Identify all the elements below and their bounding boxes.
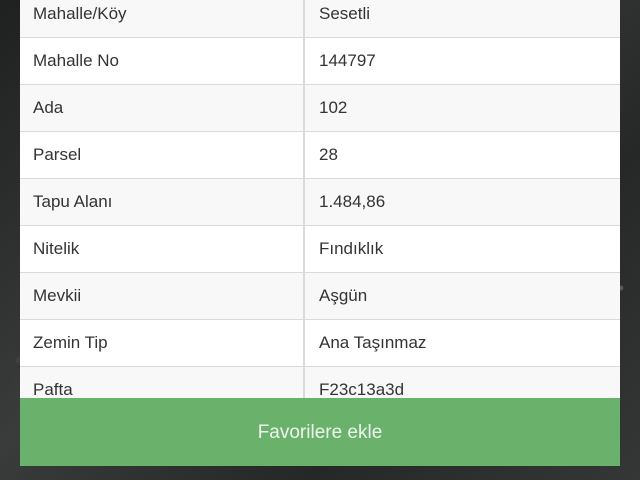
table-row: Nitelik Fındıklık xyxy=(20,225,620,273)
table-row: Mahalle No 144797 xyxy=(20,37,620,85)
table-row: Mevkii Aşgün xyxy=(20,272,620,320)
row-label: Mahalle No xyxy=(20,37,305,85)
row-label: Parsel xyxy=(20,131,305,179)
row-value: Sesetli xyxy=(304,0,620,38)
table-row: Pafta F23c13a3d xyxy=(20,366,620,398)
parcel-info-table: Mahalle/Köy Sesetli Mahalle No 144797 Ad… xyxy=(20,0,620,398)
table-row: Ada 102 xyxy=(20,84,620,132)
row-value: Ana Taşınmaz xyxy=(304,319,620,367)
row-label: Tapu Alanı xyxy=(20,178,305,226)
row-label: Mahalle/Köy xyxy=(20,0,305,38)
parcel-info-panel: Mahalle/Köy Sesetli Mahalle No 144797 Ad… xyxy=(20,0,620,398)
table-row: Mahalle/Köy Sesetli xyxy=(20,0,620,38)
row-value: Aşgün xyxy=(304,272,620,320)
row-value: Fındıklık xyxy=(304,225,620,273)
row-value: 1.484,86 xyxy=(304,178,620,226)
row-value: 102 xyxy=(304,84,620,132)
row-label: Zemin Tip xyxy=(20,319,305,367)
row-value: 28 xyxy=(304,131,620,179)
add-to-favorites-button[interactable]: Favorilere ekle xyxy=(20,398,620,466)
row-label: Mevkii xyxy=(20,272,305,320)
table-row: Tapu Alanı 1.484,86 xyxy=(20,178,620,226)
row-label: Nitelik xyxy=(20,225,305,273)
table-row: Zemin Tip Ana Taşınmaz xyxy=(20,319,620,367)
row-value: 144797 xyxy=(304,37,620,85)
row-label: Pafta xyxy=(20,366,305,398)
table-row: Parsel 28 xyxy=(20,131,620,179)
row-label: Ada xyxy=(20,84,305,132)
row-value: F23c13a3d xyxy=(304,366,620,398)
